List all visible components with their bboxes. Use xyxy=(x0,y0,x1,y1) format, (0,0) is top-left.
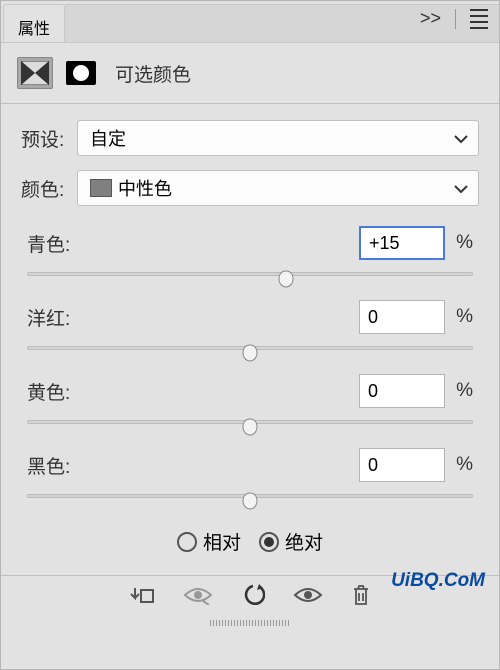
slider-cyan-thumb[interactable] xyxy=(277,269,295,289)
visibility-previous-icon[interactable] xyxy=(183,585,213,611)
panel-footer: UiBQ.CoM xyxy=(1,575,499,620)
adjustment-icon[interactable] xyxy=(17,57,53,89)
delete-icon[interactable] xyxy=(351,584,371,612)
preset-label: 预设: xyxy=(21,125,77,152)
slider-black: 黑色:% xyxy=(21,442,479,516)
clip-to-layer-icon[interactable] xyxy=(129,584,155,612)
slider-black-label: 黑色: xyxy=(27,452,359,479)
radio-absolute-label: 绝对 xyxy=(285,528,323,555)
slider-yellow-thumb[interactable] xyxy=(241,417,259,437)
chevron-down-icon xyxy=(454,178,468,199)
slider-black-thumb[interactable] xyxy=(241,491,259,511)
properties-panel: 属性 >> 可选颜色 预设: 自定 xyxy=(0,0,500,670)
radio-absolute[interactable]: 绝对 xyxy=(259,528,323,555)
percent-label: % xyxy=(445,232,473,254)
radio-relative[interactable]: 相对 xyxy=(177,528,241,555)
reset-icon[interactable] xyxy=(241,584,265,612)
slider-magenta: 洋红:% xyxy=(21,294,479,368)
visibility-icon[interactable] xyxy=(293,585,323,611)
slider-magenta-track[interactable] xyxy=(27,338,473,368)
slider-cyan-track[interactable] xyxy=(27,264,473,294)
radio-relative-label: 相对 xyxy=(203,528,241,555)
slider-cyan-input[interactable] xyxy=(359,226,445,260)
slider-magenta-input[interactable] xyxy=(359,300,445,334)
slider-magenta-label: 洋红: xyxy=(27,304,359,331)
panel-menu-icon[interactable] xyxy=(470,9,488,29)
slider-cyan: 青色:% xyxy=(21,220,479,294)
tab-properties[interactable]: 属性 xyxy=(3,4,65,42)
percent-label: % xyxy=(445,306,473,328)
adjustment-title: 可选颜色 xyxy=(115,60,191,87)
slider-yellow-input[interactable] xyxy=(359,374,445,408)
slider-yellow-track[interactable] xyxy=(27,412,473,442)
watermark: UiBQ.CoM xyxy=(391,570,485,592)
resize-grip[interactable] xyxy=(1,620,499,628)
panel-titlebar: 属性 >> xyxy=(1,1,499,43)
color-label: 颜色: xyxy=(21,175,77,202)
slider-magenta-thumb[interactable] xyxy=(241,343,259,363)
preset-value: 自定 xyxy=(90,125,126,151)
form-area: 预设: 自定 颜色: 中性色 青色:%洋红:%黄色:%黑色:% xyxy=(1,104,499,575)
slider-yellow: 黄色:% xyxy=(21,368,479,442)
collapse-icon[interactable]: >> xyxy=(420,8,441,29)
slider-black-input[interactable] xyxy=(359,448,445,482)
chevron-down-icon xyxy=(454,128,468,149)
slider-yellow-label: 黄色: xyxy=(27,378,359,405)
adjustment-header: 可选颜色 xyxy=(1,43,499,103)
percent-label: % xyxy=(445,380,473,402)
slider-cyan-label: 青色: xyxy=(27,230,359,257)
color-select[interactable]: 中性色 xyxy=(77,170,479,206)
mask-icon[interactable] xyxy=(63,57,99,89)
method-radio-group: 相对 绝对 xyxy=(21,516,479,567)
color-value: 中性色 xyxy=(118,175,172,201)
percent-label: % xyxy=(445,454,473,476)
color-swatch xyxy=(90,179,112,197)
slider-black-track[interactable] xyxy=(27,486,473,516)
separator xyxy=(455,9,456,29)
preset-select[interactable]: 自定 xyxy=(77,120,479,156)
